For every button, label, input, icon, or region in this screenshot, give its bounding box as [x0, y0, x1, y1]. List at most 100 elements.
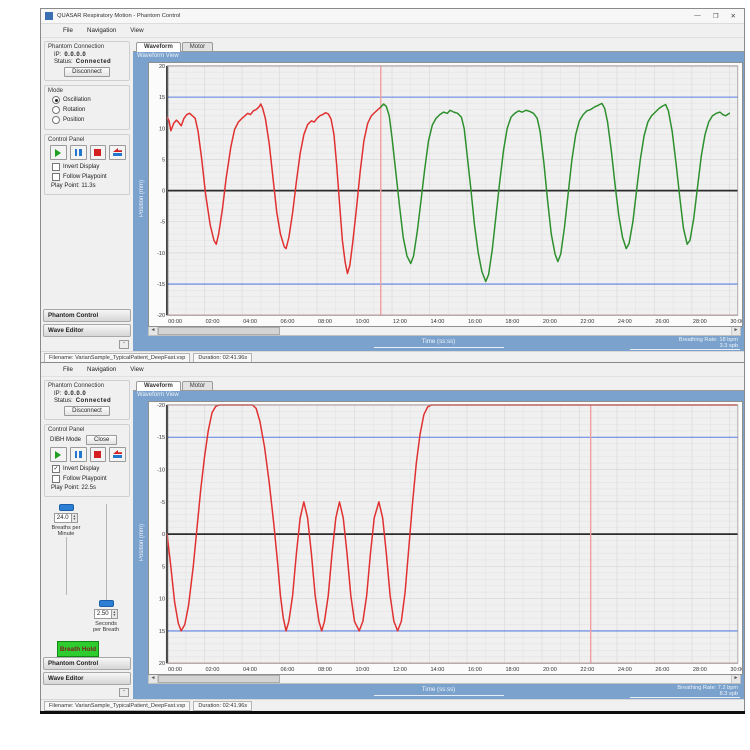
scrollbar-track[interactable]: [158, 675, 731, 683]
spinner-arrows-icon[interactable]: ▲▼: [72, 513, 78, 523]
spb-caption: Seconds per Breath: [91, 621, 121, 633]
close-dibh-button[interactable]: Close: [86, 435, 117, 445]
menu-navigation[interactable]: Navigation: [87, 366, 116, 373]
bpm-caption: Breaths per Minute: [51, 525, 81, 537]
svg-text:26:00: 26:00: [655, 667, 669, 673]
waveform-panel: Waveform View Position (mm) 20151050-5-1…: [133, 52, 744, 351]
scrollbar-thumb[interactable]: [158, 327, 280, 335]
tab-motor[interactable]: Motor: [182, 381, 213, 390]
play-button[interactable]: [50, 145, 67, 160]
scroll-left-icon[interactable]: ◄: [149, 327, 158, 335]
spb-slider-track[interactable]: [106, 504, 107, 600]
tab-waveform[interactable]: Waveform: [136, 42, 181, 52]
radio-icon[interactable]: [52, 116, 60, 124]
minimize-icon[interactable]: —: [694, 12, 701, 20]
spb-spinbox[interactable]: 2.50 ▲▼: [94, 609, 118, 619]
scroll-right-icon[interactable]: ►: [731, 327, 740, 335]
separator: [40, 711, 745, 714]
menu-navigation[interactable]: Navigation: [87, 27, 116, 34]
svg-text:10: 10: [159, 126, 165, 132]
sidebar-top: Phantom Connection IP: 0.0.0.0 Status: C…: [41, 38, 133, 351]
radio-label: Oscillation: [63, 97, 91, 103]
svg-text:00:00: 00:00: [168, 667, 182, 673]
radio-oscillation[interactable]: Oscillation: [52, 96, 126, 104]
svg-text:-20: -20: [157, 403, 165, 409]
checkbox-icon[interactable]: [52, 163, 60, 171]
ip-value: 0.0.0.0: [64, 391, 86, 397]
accordion-phantom-control[interactable]: Phantom Control: [43, 309, 131, 322]
menu-file[interactable]: File: [63, 27, 73, 34]
accordion-wave-editor[interactable]: Wave Editor: [43, 324, 131, 337]
sync-phantom-button[interactable]: [109, 447, 126, 462]
svg-text:-5: -5: [160, 220, 165, 226]
spb-value[interactable]: 2.50: [94, 609, 112, 619]
waveform-panel: Waveform View Position (mm) -20-15-10-50…: [133, 391, 744, 699]
bpm-spinbox[interactable]: 24.0 ▲▼: [54, 513, 78, 523]
menu-view[interactable]: View: [130, 27, 143, 34]
panel-footer: Time (ss:ss) Breathing Rate: 7.2 bpm 8.3…: [133, 684, 744, 699]
close-icon[interactable]: ✕: [731, 12, 736, 20]
bpm-slider-handle[interactable]: [59, 504, 74, 511]
checkbox-icon[interactable]: [52, 475, 60, 483]
menu-view[interactable]: View: [130, 366, 143, 373]
waveform-chart[interactable]: -20-15-10-50510152000:0002:0004:0006:000…: [148, 401, 743, 675]
disconnect-button[interactable]: Disconnect: [64, 406, 110, 416]
disconnect-button[interactable]: Disconnect: [64, 67, 110, 77]
radio-icon[interactable]: [52, 106, 60, 114]
tab-waveform[interactable]: Waveform: [136, 381, 181, 391]
stop-button[interactable]: [90, 447, 107, 462]
svg-text:30:00: 30:00: [730, 667, 743, 673]
sync-phantom-icon: [112, 450, 123, 459]
menu-file[interactable]: File: [63, 366, 73, 373]
menu-bar: File Navigation View: [41, 363, 744, 377]
follow-playpoint-checkbox[interactable]: Follow Playpoint: [52, 173, 126, 181]
sync-phantom-button[interactable]: [109, 145, 126, 160]
y-axis-label: Position (mm): [139, 524, 145, 561]
spb-slider-handle[interactable]: [99, 600, 114, 607]
pause-button[interactable]: [70, 145, 87, 160]
maximize-icon[interactable]: ❐: [713, 12, 719, 20]
pause-button[interactable]: [70, 447, 87, 462]
radio-position[interactable]: Position: [52, 116, 126, 124]
radio-rotation[interactable]: Rotation: [52, 106, 126, 114]
panel-title: Waveform View: [133, 391, 744, 401]
invert-display-checkbox[interactable]: Invert Display: [52, 163, 126, 171]
chart-h-scrollbar[interactable]: ◄ ►: [148, 675, 741, 684]
spinner-arrows-icon[interactable]: ▲▼: [112, 609, 118, 619]
panel-title: Waveform View: [133, 52, 744, 62]
scroll-left-icon[interactable]: ◄: [149, 675, 158, 683]
play-button[interactable]: [50, 447, 67, 462]
pause-icon: [75, 451, 82, 458]
checkbox-icon[interactable]: [52, 173, 60, 181]
radio-icon[interactable]: [52, 96, 60, 104]
chart-h-scrollbar[interactable]: ◄ ►: [148, 327, 741, 336]
title-bar[interactable]: QUASAR Respiratory Motion - Phantom Cont…: [41, 9, 744, 24]
scrollbar-track[interactable]: [158, 327, 731, 335]
status-value: Connected: [76, 398, 112, 404]
invert-display-checkbox[interactable]: ✓ Invert Display: [52, 465, 126, 473]
app-window-dibh: File Navigation View Phantom Connection …: [40, 362, 745, 714]
play-icon: [55, 149, 61, 157]
sync-phantom-icon: [112, 148, 123, 157]
bpm-slider-track[interactable]: [66, 537, 67, 595]
tab-motor[interactable]: Motor: [182, 42, 213, 51]
spb-slider-column: 2.50 ▲▼ Seconds per Breath: [91, 504, 121, 633]
sidebar-accordion: Phantom Control Wave Editor -: [43, 309, 131, 351]
follow-playpoint-checkbox[interactable]: Follow Playpoint: [52, 475, 126, 483]
scroll-right-icon[interactable]: ►: [731, 675, 740, 683]
app-icon: [45, 12, 53, 20]
breath-hold-button[interactable]: Breath Hold: [57, 641, 99, 657]
accordion-wave-editor[interactable]: Wave Editor: [43, 672, 131, 685]
stop-button[interactable]: [90, 145, 107, 160]
waveform-chart[interactable]: 20151050-5-10-15-2000:0002:0004:0006:000…: [148, 62, 743, 327]
svg-text:15: 15: [159, 629, 165, 635]
status-filename: Filename: VarianSample_TypicalPatient_De…: [44, 353, 190, 363]
breathing-rate-readout: Breathing Rate: 7.2 bpm 8.3 spb: [677, 685, 738, 697]
scrollbar-thumb[interactable]: [158, 675, 280, 683]
collapse-button[interactable]: -: [119, 688, 129, 697]
group-title: Phantom Connection: [48, 44, 126, 50]
accordion-phantom-control[interactable]: Phantom Control: [43, 657, 131, 670]
checkbox-icon[interactable]: ✓: [52, 465, 60, 473]
collapse-button[interactable]: -: [119, 340, 129, 349]
bpm-value[interactable]: 24.0: [54, 513, 72, 523]
